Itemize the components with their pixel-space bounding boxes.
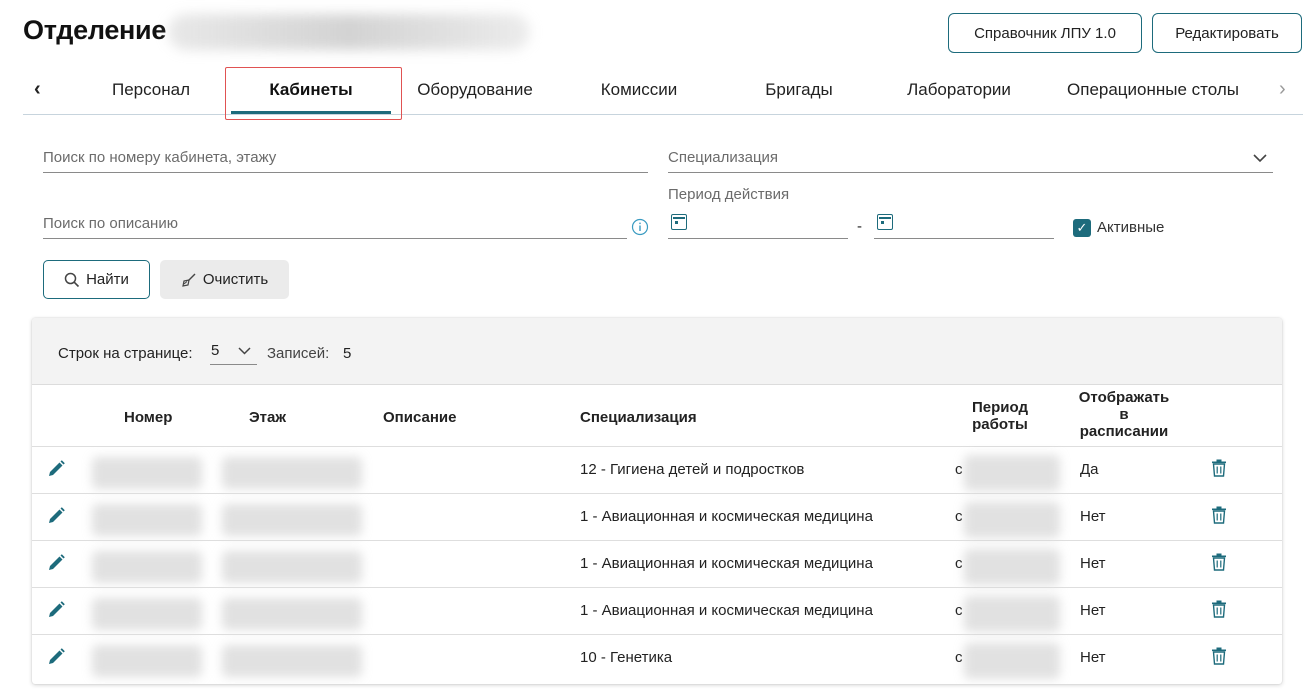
pencil-icon[interactable] <box>46 506 66 526</box>
tab-commissions[interactable]: Комиссии <box>571 66 707 114</box>
period-redacted <box>964 643 1060 679</box>
edit-button[interactable]: Редактировать <box>1152 13 1302 53</box>
column-specialization: Специализация <box>580 409 697 426</box>
floor-redacted <box>222 457 362 489</box>
floor-redacted <box>222 645 362 677</box>
chevron-down-icon <box>1253 154 1267 163</box>
table-toolbar: Строк на странице: 5 Записей: 5 <box>32 318 1282 385</box>
period-prefix: с <box>955 461 963 478</box>
pencil-icon[interactable] <box>46 600 66 620</box>
pencil-icon[interactable] <box>46 459 66 479</box>
rows-per-page-value: 5 <box>211 342 220 359</box>
period-start-input[interactable] <box>668 208 848 239</box>
clear-button[interactable]: Очистить <box>160 260 289 299</box>
column-period: Период работы <box>972 399 1028 433</box>
specialization-cell: 1 - Авиационная и космическая медицина <box>580 555 873 572</box>
table-row: 10 - Генетика с Нет <box>32 634 1282 681</box>
specialization-cell: 10 - Генетика <box>580 649 673 666</box>
records-label: Записей: <box>267 345 330 362</box>
tab-highlight-frame <box>225 67 402 120</box>
room-number-redacted <box>92 598 202 630</box>
show-in-schedule-cell: Нет <box>1080 602 1106 619</box>
room-number-redacted <box>92 645 202 677</box>
specialization-cell: 1 - Авиационная и космическая медицина <box>580 508 873 525</box>
room-number-redacted <box>92 551 202 583</box>
pencil-icon[interactable] <box>46 553 66 573</box>
specialization-placeholder: Специализация <box>668 149 779 166</box>
period-label: Период действия <box>668 186 790 203</box>
rooms-table-card: Строк на странице: 5 Записей: 5 Номер Эт… <box>32 318 1282 684</box>
table-row: 1 - Авиационная и космическая медицина с… <box>32 587 1282 634</box>
records-count: 5 <box>343 345 352 362</box>
floor-redacted <box>222 504 362 536</box>
tab-brigades[interactable]: Бригады <box>735 66 863 114</box>
show-in-schedule-cell: Да <box>1080 461 1099 478</box>
period-redacted <box>964 502 1060 538</box>
specialization-select[interactable]: Специализация <box>668 142 1273 173</box>
column-description: Описание <box>383 409 457 426</box>
active-checkbox[interactable]: ✓ <box>1073 219 1091 237</box>
specialization-cell: 1 - Авиационная и космическая медицина <box>580 602 873 619</box>
rows-per-page-select[interactable]: 5 <box>210 341 257 365</box>
tab-bar: ‹ Персонал Кабинеты Оборудование Комисси… <box>23 66 1303 115</box>
chevron-left-icon[interactable]: ‹ <box>34 78 41 101</box>
find-button[interactable]: Найти <box>43 260 150 299</box>
floor-redacted <box>222 551 362 583</box>
period-prefix: с <box>955 555 963 572</box>
period-redacted <box>964 549 1060 585</box>
trash-icon[interactable] <box>1211 506 1227 524</box>
broom-icon <box>182 273 196 287</box>
page-title: Отделение <box>23 15 167 45</box>
trash-icon[interactable] <box>1211 647 1227 665</box>
room-search-input[interactable]: Поиск по номеру кабинета, этажу <box>43 142 648 173</box>
show-in-schedule-cell: Нет <box>1080 508 1106 525</box>
show-in-schedule-cell: Нет <box>1080 649 1106 666</box>
info-icon[interactable] <box>631 218 649 236</box>
department-name-redacted <box>168 14 530 50</box>
chevron-right-icon[interactable]: › <box>1279 78 1286 101</box>
description-search-placeholder: Поиск по описанию <box>43 215 178 232</box>
description-search-input[interactable]: Поиск по описанию <box>43 208 627 239</box>
period-prefix: с <box>955 602 963 619</box>
period-prefix: с <box>955 508 963 525</box>
floor-redacted <box>222 598 362 630</box>
search-icon <box>64 272 80 287</box>
column-number: Номер <box>124 409 173 426</box>
pencil-icon[interactable] <box>46 647 66 667</box>
column-show-in-schedule: Отображать в расписании <box>1078 389 1170 440</box>
period-prefix: с <box>955 649 963 666</box>
tab-staff[interactable]: Персонал <box>87 66 215 114</box>
column-floor: Этаж <box>249 409 286 426</box>
show-in-schedule-cell: Нет <box>1080 555 1106 572</box>
trash-icon[interactable] <box>1211 600 1227 618</box>
trash-icon[interactable] <box>1211 459 1227 477</box>
period-separator: - <box>857 218 862 235</box>
find-button-label: Найти <box>86 271 129 288</box>
table-row: 1 - Авиационная и космическая медицина с… <box>32 493 1282 540</box>
clear-button-label: Очистить <box>202 271 269 288</box>
calendar-icon[interactable] <box>877 214 893 230</box>
specialization-cell: 12 - Гигиена детей и подростков <box>580 461 805 478</box>
period-redacted <box>964 596 1060 632</box>
period-redacted <box>964 455 1060 491</box>
table-row: 1 - Авиационная и космическая медицина с… <box>32 540 1282 587</box>
room-search-placeholder: Поиск по номеру кабинета, этажу <box>43 149 277 166</box>
tab-laboratories[interactable]: Лаборатории <box>889 66 1029 114</box>
chevron-down-icon <box>238 347 251 355</box>
tab-equipment[interactable]: Оборудование <box>407 66 543 114</box>
room-number-redacted <box>92 457 202 489</box>
table-row: 12 - Гигиена детей и подростков с Да <box>32 446 1282 493</box>
tab-operating-tables[interactable]: Операционные столы <box>1055 66 1251 114</box>
reference-lpu-button[interactable]: Справочник ЛПУ 1.0 <box>948 13 1142 53</box>
room-number-redacted <box>92 504 202 536</box>
active-label: Активные <box>1097 219 1165 236</box>
rows-per-page-label: Строк на странице: <box>58 345 193 362</box>
calendar-icon[interactable] <box>671 214 687 230</box>
trash-icon[interactable] <box>1211 553 1227 571</box>
period-end-input[interactable] <box>874 208 1054 239</box>
